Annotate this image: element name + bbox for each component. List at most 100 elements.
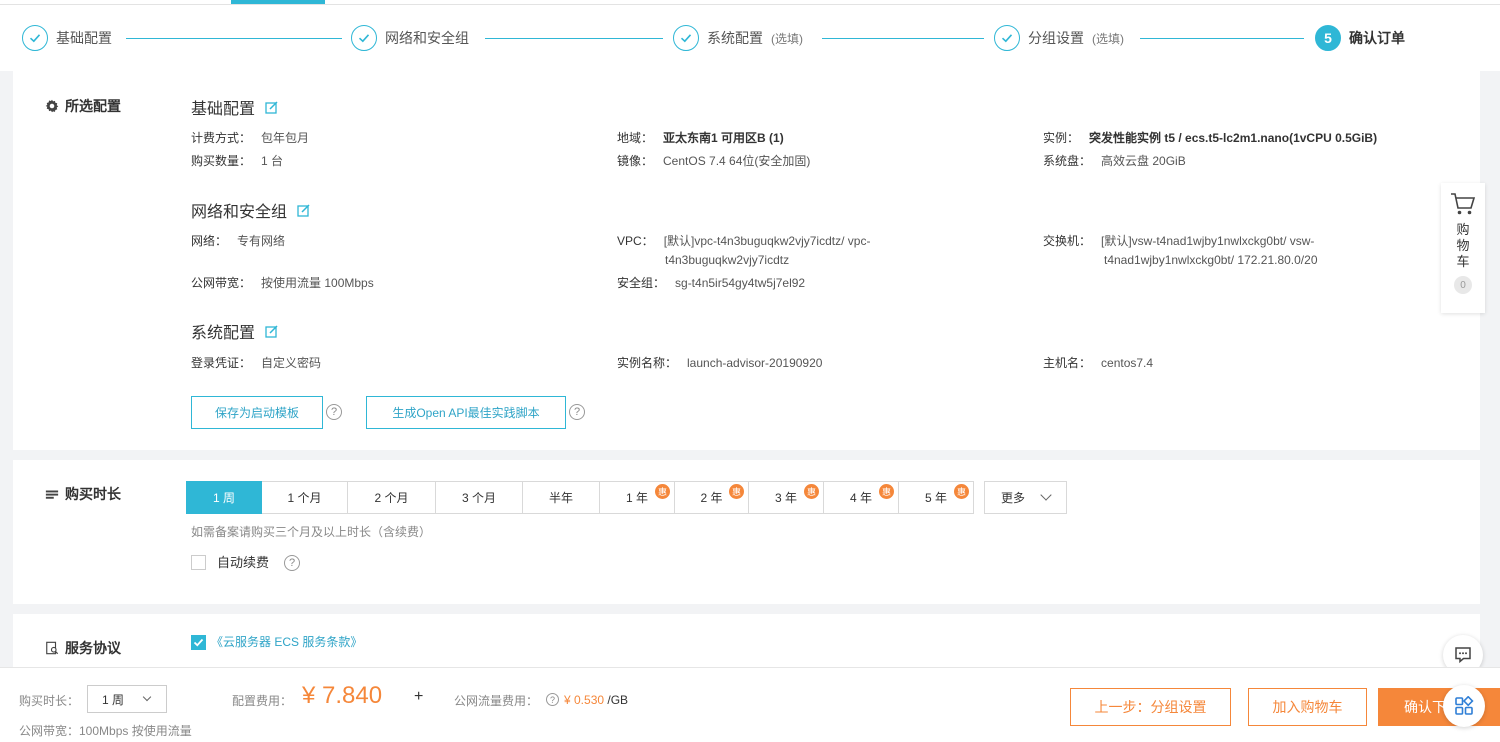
security-group-row: 安全组： sg-t4n5ir54gy4tw5j7el92 <box>617 276 806 290</box>
gear-icon <box>45 99 59 113</box>
help-icon[interactable]: ? <box>326 404 342 420</box>
check-icon <box>351 25 377 51</box>
step-label: 系统配置 <box>707 30 763 46</box>
duration-option[interactable]: 1 个月 <box>262 481 348 514</box>
duration-option[interactable]: 2 个月 <box>348 481 436 514</box>
traffic-fee-value: ¥ 0.530 <box>564 693 605 707</box>
step-confirm: 5 确认订单 <box>1315 25 1405 51</box>
more-label: 更多 <box>1001 491 1026 505</box>
auto-renew-label: 自动续费 <box>217 555 270 570</box>
step-connector <box>485 38 663 39</box>
duration-option[interactable]: 5 年惠 <box>899 481 974 514</box>
network-row: 网络： 专有网络 <box>191 234 286 248</box>
section-title-text: 系统配置 <box>191 325 256 342</box>
prev-step-button[interactable]: 上一步：分组设置 <box>1070 688 1231 726</box>
help-icon[interactable]: ? <box>284 555 300 571</box>
agreement-checkbox[interactable] <box>191 635 206 650</box>
duration-option[interactable]: 3 个月 <box>436 481 523 514</box>
region-row: 地域： 亚太东南1 可用区B (1) <box>617 131 784 145</box>
duration-option[interactable]: 2 年惠 <box>675 481 749 514</box>
more-duration-dropdown[interactable]: 更多 <box>984 481 1067 514</box>
apps-button[interactable] <box>1443 685 1485 727</box>
bottom-summary-bar: 购买时长： 1 周 公网带宽：100Mbps 按使用流量 配置费用： ¥ 7.8… <box>0 667 1500 742</box>
step-label: 分组设置 <box>1028 30 1084 46</box>
duration-title: 购买时长 <box>45 484 121 504</box>
edit-icon[interactable] <box>265 100 278 114</box>
traffic-fee-label: 公网流量费用： <box>454 694 539 708</box>
traffic-fee-unit: /GB <box>607 693 629 707</box>
traffic-fee: ¥ 0.530 /GB <box>564 693 628 707</box>
duration-option[interactable]: 1 年惠 <box>600 481 675 514</box>
login-credential-row: 登录凭证： 自定义密码 <box>191 356 322 370</box>
agreement-link[interactable]: 《云服务器 ECS 服务条款》 <box>211 633 362 652</box>
duration-hint: 如需备案请购买三个月及以上时长（含续费） <box>191 525 432 539</box>
config-fee-value: ¥ 7.840 <box>302 682 383 709</box>
duration-option[interactable]: 半年 <box>523 481 600 514</box>
quantity-row: 购买数量： 1 台 <box>191 154 284 168</box>
check-icon <box>994 25 1020 51</box>
step-optional: (选填) <box>1092 31 1124 46</box>
cart-side-tab[interactable]: 购物车 0 <box>1441 183 1485 313</box>
save-template-button[interactable]: 保存为启动模板 <box>191 396 323 429</box>
config-fee-label: 配置费用： <box>232 694 293 708</box>
bandwidth-row: 公网带宽： 按使用流量 100Mbps <box>191 276 374 290</box>
section-basic-title: 基础配置 <box>191 95 278 119</box>
section-title-text: 基础配置 <box>191 101 256 118</box>
panel-title-text: 购买时长 <box>65 486 121 502</box>
image-row: 镜像： CentOS 7.4 64位(安全加固) <box>617 154 811 168</box>
discount-badge: 惠 <box>954 484 969 499</box>
selected-config-panel: 所选配置 基础配置 计费方式： 包年包月 地域： 亚太东南1 可用区B (1) 实例… <box>13 71 1480 450</box>
discount-badge: 惠 <box>655 484 670 499</box>
step-connector <box>1140 38 1304 39</box>
panel-title-text: 服务协议 <box>65 640 121 656</box>
step-network[interactable]: 网络和安全组 <box>351 25 469 51</box>
shopping-cart-icon <box>1451 193 1476 215</box>
step-connector <box>822 38 984 39</box>
check-icon <box>673 25 699 51</box>
duration-summary-label: 购买时长： <box>19 694 80 708</box>
duration-option[interactable]: 3 年惠 <box>749 481 824 514</box>
agreement-title: 服务协议 <box>45 638 121 658</box>
duration-summary-value: 1 周 <box>102 692 125 707</box>
stepper: 基础配置 网络和安全组 系统配置 (选填) 分组设置 (选填) 5 确认订单 <box>0 5 1500 71</box>
section-network-title: 网络和安全组 <box>191 198 310 222</box>
help-icon[interactable]: ? <box>546 693 559 706</box>
selected-config-title: 所选配置 <box>45 96 121 116</box>
check-icon <box>193 638 204 647</box>
discount-badge: 惠 <box>879 484 894 499</box>
duration-option[interactable]: 1 周 <box>186 481 262 514</box>
duration-panel: 购买时长 1 周 1 个月 2 个月 3 个月 半年 1 年惠 2 年惠 3 年… <box>13 460 1480 604</box>
panel-title-text: 所选配置 <box>65 98 121 114</box>
system-disk-row: 系统盘： 高效云盘 20GiB <box>1043 154 1186 168</box>
add-to-cart-button[interactable]: 加入购物车 <box>1248 688 1367 726</box>
agreement-panel: 服务协议 《云服务器 ECS 服务条款》 <box>13 614 1480 667</box>
discount-badge: 惠 <box>729 484 744 499</box>
duration-selector: 1 周 1 个月 2 个月 3 个月 半年 1 年惠 2 年惠 3 年惠 4 年… <box>186 481 974 514</box>
generate-api-script-button[interactable]: 生成Open API最佳实践脚本 <box>366 396 566 429</box>
step-system[interactable]: 系统配置 (选填) <box>673 25 803 51</box>
document-search-icon <box>46 641 59 655</box>
check-icon <box>22 25 48 51</box>
edit-icon[interactable] <box>297 203 310 217</box>
step-basic[interactable]: 基础配置 <box>22 25 112 51</box>
step-label: 确认订单 <box>1349 30 1405 46</box>
section-title-text: 网络和安全组 <box>191 204 288 221</box>
top-tab-indicator <box>231 0 325 4</box>
discount-badge: 惠 <box>804 484 819 499</box>
step-connector <box>126 38 342 39</box>
duration-summary-dropdown[interactable]: 1 周 <box>87 685 167 713</box>
cart-label: 购物车 <box>1456 222 1470 269</box>
auto-renew-checkbox[interactable] <box>191 555 206 570</box>
duration-option[interactable]: 4 年惠 <box>824 481 899 514</box>
help-icon[interactable]: ? <box>569 404 585 420</box>
step-number: 5 <box>1315 25 1341 51</box>
billing-row: 计费方式： 包年包月 <box>191 131 310 145</box>
instance-name-row: 实例名称： launch-advisor-20190920 <box>617 356 823 370</box>
chevron-down-icon <box>142 692 152 702</box>
step-group[interactable]: 分组设置 (选填) <box>994 25 1124 51</box>
apps-grid-icon <box>1455 696 1474 715</box>
edit-icon[interactable] <box>265 324 278 338</box>
step-label: 网络和安全组 <box>385 30 469 46</box>
instance-row: 实例： 突发性能实例 t5 / ecs.t5-lc2m1.nano(1vCPU 0… <box>1043 131 1378 145</box>
vpc-row: VPC： [默认]vpc-t4n3buguqkw2vjy7icdtz/ vpc- … <box>617 234 871 267</box>
